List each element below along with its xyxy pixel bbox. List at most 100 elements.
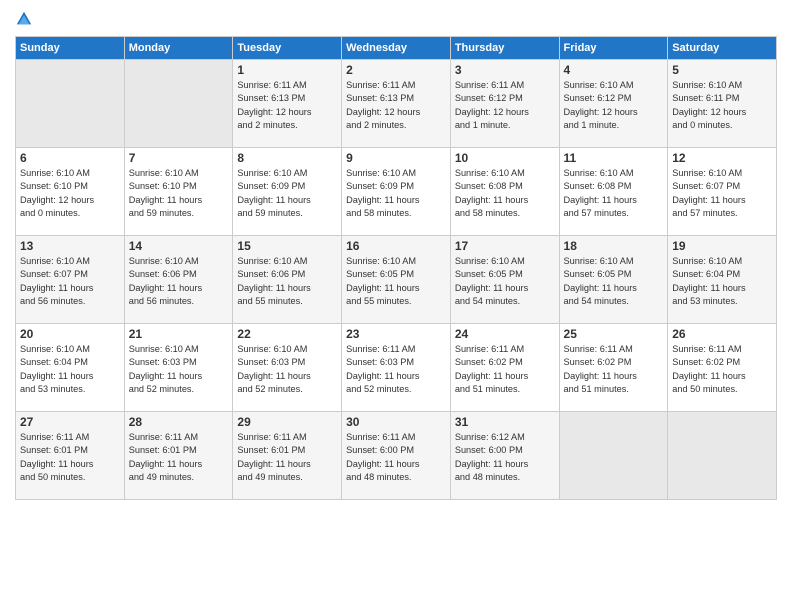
day-detail: Sunrise: 6:10 AM Sunset: 6:06 PM Dayligh… (237, 255, 337, 308)
calendar-cell: 23 Sunrise: 6:11 AM Sunset: 6:03 PM Dayli… (342, 324, 451, 412)
day-number: 30 (346, 415, 446, 429)
day-detail: Sunrise: 6:11 AM Sunset: 6:00 PM Dayligh… (346, 431, 446, 484)
day-detail: Sunrise: 6:10 AM Sunset: 6:05 PM Dayligh… (455, 255, 555, 308)
day-number: 27 (20, 415, 120, 429)
day-number: 10 (455, 151, 555, 165)
calendar-cell: 18 Sunrise: 6:10 AM Sunset: 6:05 PM Dayli… (559, 236, 668, 324)
day-detail: Sunrise: 6:12 AM Sunset: 6:00 PM Dayligh… (455, 431, 555, 484)
calendar-cell: 11Sunrise: 6:10 AM Sunset: 6:08 PM Dayli… (559, 148, 668, 236)
calendar-cell (124, 60, 233, 148)
weekday-header: Wednesday (342, 37, 451, 60)
calendar-cell: 20 Sunrise: 6:10 AM Sunset: 6:04 PM Dayli… (16, 324, 125, 412)
logo (15, 10, 35, 28)
calendar-cell: 2 Sunrise: 6:11 AM Sunset: 6:13 PM Daylig… (342, 60, 451, 148)
day-number: 9 (346, 151, 446, 165)
calendar-cell: 30 Sunrise: 6:11 AM Sunset: 6:00 PM Dayli… (342, 412, 451, 500)
day-number: 17 (455, 239, 555, 253)
day-number: 4 (564, 63, 664, 77)
weekday-header: Monday (124, 37, 233, 60)
day-detail: Sunrise: 6:11 AM Sunset: 6:02 PM Dayligh… (455, 343, 555, 396)
day-detail: Sunrise: 6:10 AM Sunset: 6:07 PM Dayligh… (672, 167, 772, 220)
day-detail: Sunrise: 6:11 AM Sunset: 6:13 PM Dayligh… (237, 79, 337, 132)
day-number: 29 (237, 415, 337, 429)
day-detail: Sunrise: 6:10 AM Sunset: 6:04 PM Dayligh… (20, 343, 120, 396)
calendar-cell: 16Sunrise: 6:10 AM Sunset: 6:05 PM Dayli… (342, 236, 451, 324)
day-number: 15 (237, 239, 337, 253)
day-number: 18 (564, 239, 664, 253)
day-detail: Sunrise: 6:10 AM Sunset: 6:09 PM Dayligh… (346, 167, 446, 220)
calendar-cell (668, 412, 777, 500)
day-detail: Sunrise: 6:10 AM Sunset: 6:08 PM Dayligh… (564, 167, 664, 220)
day-detail: Sunrise: 6:10 AM Sunset: 6:10 PM Dayligh… (129, 167, 229, 220)
day-detail: Sunrise: 6:10 AM Sunset: 6:08 PM Dayligh… (455, 167, 555, 220)
day-detail: Sunrise: 6:11 AM Sunset: 6:01 PM Dayligh… (237, 431, 337, 484)
calendar-cell: 14 Sunrise: 6:10 AM Sunset: 6:06 PM Dayli… (124, 236, 233, 324)
calendar-cell: 13 Sunrise: 6:10 AM Sunset: 6:07 PM Dayli… (16, 236, 125, 324)
calendar-cell: 19 Sunrise: 6:10 AM Sunset: 6:04 PM Dayli… (668, 236, 777, 324)
calendar-cell: 4 Sunrise: 6:10 AM Sunset: 6:12 PM Daylig… (559, 60, 668, 148)
day-detail: Sunrise: 6:10 AM Sunset: 6:12 PM Dayligh… (564, 79, 664, 132)
day-number: 8 (237, 151, 337, 165)
calendar-cell: 12 Sunrise: 6:10 AM Sunset: 6:07 PM Dayli… (668, 148, 777, 236)
day-detail: Sunrise: 6:10 AM Sunset: 6:09 PM Dayligh… (237, 167, 337, 220)
day-detail: Sunrise: 6:10 AM Sunset: 6:05 PM Dayligh… (564, 255, 664, 308)
calendar-cell: 1 Sunrise: 6:11 AM Sunset: 6:13 PM Daylig… (233, 60, 342, 148)
day-number: 2 (346, 63, 446, 77)
day-number: 22 (237, 327, 337, 341)
day-detail: Sunrise: 6:11 AM Sunset: 6:12 PM Dayligh… (455, 79, 555, 132)
calendar-cell: 31 Sunrise: 6:12 AM Sunset: 6:00 PM Dayli… (450, 412, 559, 500)
calendar-table: SundayMondayTuesdayWednesdayThursdayFrid… (15, 36, 777, 500)
calendar-cell: 15 Sunrise: 6:10 AM Sunset: 6:06 PM Dayli… (233, 236, 342, 324)
day-number: 20 (20, 327, 120, 341)
calendar-week-row: 20 Sunrise: 6:10 AM Sunset: 6:04 PM Dayli… (16, 324, 777, 412)
day-number: 12 (672, 151, 772, 165)
day-number: 19 (672, 239, 772, 253)
day-detail: Sunrise: 6:10 AM Sunset: 6:04 PM Dayligh… (672, 255, 772, 308)
calendar-week-row: 6 Sunrise: 6:10 AM Sunset: 6:10 PM Daylig… (16, 148, 777, 236)
day-number: 1 (237, 63, 337, 77)
calendar-cell: 28 Sunrise: 6:11 AM Sunset: 6:01 PM Dayli… (124, 412, 233, 500)
calendar-cell (16, 60, 125, 148)
day-detail: Sunrise: 6:11 AM Sunset: 6:02 PM Dayligh… (564, 343, 664, 396)
day-detail: Sunrise: 6:10 AM Sunset: 6:07 PM Dayligh… (20, 255, 120, 308)
main-container: SundayMondayTuesdayWednesdayThursdayFrid… (0, 0, 792, 510)
day-detail: Sunrise: 6:10 AM Sunset: 6:06 PM Dayligh… (129, 255, 229, 308)
calendar-cell (559, 412, 668, 500)
weekday-header: Thursday (450, 37, 559, 60)
day-number: 5 (672, 63, 772, 77)
weekday-header-row: SundayMondayTuesdayWednesdayThursdayFrid… (16, 37, 777, 60)
day-number: 31 (455, 415, 555, 429)
calendar-cell: 6 Sunrise: 6:10 AM Sunset: 6:10 PM Daylig… (16, 148, 125, 236)
day-detail: Sunrise: 6:10 AM Sunset: 6:03 PM Dayligh… (237, 343, 337, 396)
day-number: 28 (129, 415, 229, 429)
day-detail: Sunrise: 6:10 AM Sunset: 6:03 PM Dayligh… (129, 343, 229, 396)
calendar-cell: 25 Sunrise: 6:11 AM Sunset: 6:02 PM Dayli… (559, 324, 668, 412)
logo-text (15, 10, 35, 28)
day-number: 26 (672, 327, 772, 341)
day-number: 25 (564, 327, 664, 341)
day-detail: Sunrise: 6:10 AM Sunset: 6:11 PM Dayligh… (672, 79, 772, 132)
day-detail: Sunrise: 6:10 AM Sunset: 6:10 PM Dayligh… (20, 167, 120, 220)
calendar-cell: 10 Sunrise: 6:10 AM Sunset: 6:08 PM Dayli… (450, 148, 559, 236)
calendar-cell: 22 Sunrise: 6:10 AM Sunset: 6:03 PM Dayli… (233, 324, 342, 412)
day-detail: Sunrise: 6:11 AM Sunset: 6:02 PM Dayligh… (672, 343, 772, 396)
calendar-cell: 8 Sunrise: 6:10 AM Sunset: 6:09 PM Daylig… (233, 148, 342, 236)
calendar-cell: 26 Sunrise: 6:11 AM Sunset: 6:02 PM Dayli… (668, 324, 777, 412)
calendar-cell: 9 Sunrise: 6:10 AM Sunset: 6:09 PM Daylig… (342, 148, 451, 236)
calendar-cell: 17 Sunrise: 6:10 AM Sunset: 6:05 PM Dayli… (450, 236, 559, 324)
calendar-cell: 3 Sunrise: 6:11 AM Sunset: 6:12 PM Daylig… (450, 60, 559, 148)
day-number: 3 (455, 63, 555, 77)
day-number: 13 (20, 239, 120, 253)
calendar-cell: 5 Sunrise: 6:10 AM Sunset: 6:11 PM Daylig… (668, 60, 777, 148)
weekday-header: Saturday (668, 37, 777, 60)
logo-icon (15, 10, 33, 28)
day-number: 14 (129, 239, 229, 253)
day-detail: Sunrise: 6:11 AM Sunset: 6:01 PM Dayligh… (129, 431, 229, 484)
calendar-cell: 29 Sunrise: 6:11 AM Sunset: 6:01 PM Dayli… (233, 412, 342, 500)
day-detail: Sunrise: 6:11 AM Sunset: 6:03 PM Dayligh… (346, 343, 446, 396)
day-number: 6 (20, 151, 120, 165)
calendar-cell: 27Sunrise: 6:11 AM Sunset: 6:01 PM Dayli… (16, 412, 125, 500)
day-number: 23 (346, 327, 446, 341)
day-detail: Sunrise: 6:11 AM Sunset: 6:13 PM Dayligh… (346, 79, 446, 132)
calendar-cell: 24Sunrise: 6:11 AM Sunset: 6:02 PM Dayli… (450, 324, 559, 412)
